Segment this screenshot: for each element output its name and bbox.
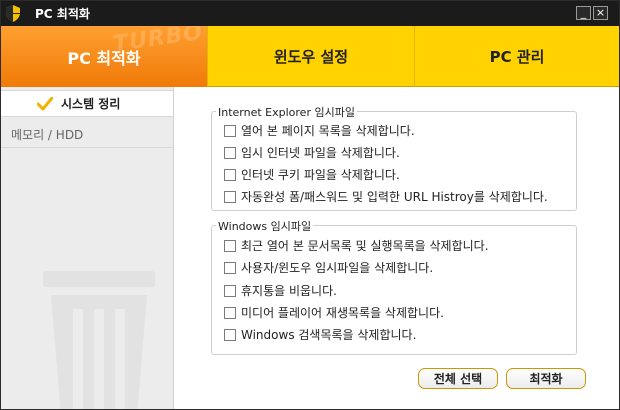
checkbox[interactable] xyxy=(224,239,236,252)
checkbox[interactable] xyxy=(224,168,236,181)
check-icon xyxy=(37,96,53,110)
tab-label: PC 관리 xyxy=(489,48,545,66)
close-button[interactable]: × xyxy=(593,6,608,20)
checkbox[interactable] xyxy=(224,190,236,203)
option-delete-temp-internet-files[interactable]: 임시 인터넷 파일을 삭제합니다. xyxy=(224,144,400,161)
tab-windows-settings[interactable]: 윈도우 설정 xyxy=(208,26,415,87)
option-delete-visited-pages[interactable]: 열어 본 페이지 목록을 삭제합니다. xyxy=(224,122,415,139)
checkbox[interactable] xyxy=(224,328,236,341)
main-content: Internet Explorer 임시파일 열어 본 페이지 목록을 삭제합니… xyxy=(175,87,619,409)
option-label: Windows 검색목록을 삭제합니다. xyxy=(241,328,417,342)
option-label: 사용자/윈도우 임시파일을 삭제합니다. xyxy=(241,261,434,275)
shield-icon xyxy=(6,5,20,22)
option-label: 인터넷 쿠키 파일을 삭제합니다. xyxy=(241,168,400,182)
sidebar-item-system-cleanup[interactable]: 시스템 정리 xyxy=(1,90,173,117)
checkbox[interactable] xyxy=(224,124,236,137)
windows-temp-files-group: Windows 임시파일 최근 열어 본 문서목록 및 실행목록을 삭제합니다.… xyxy=(211,218,577,355)
option-delete-cookies[interactable]: 인터넷 쿠키 파일을 삭제합니다. xyxy=(224,166,400,183)
option-delete-windows-search-history[interactable]: Windows 검색목록을 삭제합니다. xyxy=(224,326,416,343)
checkbox[interactable] xyxy=(224,261,236,274)
sidebar-item-label: 시스템 정리 xyxy=(61,97,121,111)
option-delete-recent-documents[interactable]: 최근 열어 본 문서목록 및 실행목록을 삭제합니다. xyxy=(224,237,489,254)
option-delete-user-temp-files[interactable]: 사용자/윈도우 임시파일을 삭제합니다. xyxy=(224,259,433,276)
option-delete-autocomplete-history[interactable]: 자동완성 폼/패스워드 및 입력한 URL Histroy를 삭제합니다. xyxy=(224,188,548,205)
window-title: PC 최적화 xyxy=(35,7,90,21)
ie-temp-files-group: Internet Explorer 임시파일 열어 본 페이지 목록을 삭제합니… xyxy=(211,104,577,211)
sidebar-item-label: 메모리 / HDD xyxy=(11,127,84,142)
option-label: 임시 인터넷 파일을 삭제합니다. xyxy=(241,146,400,160)
option-label: 휴지통을 비웁니다. xyxy=(241,284,337,298)
tab-pc-manage[interactable]: PC 관리 xyxy=(415,26,619,87)
select-all-button[interactable]: 전체 선택 xyxy=(418,368,498,389)
tab-bar: TURBO PC 최적화 윈도우 설정 PC 관리 xyxy=(1,26,619,87)
option-label: 미디어 플레이어 재생목록을 삭제합니다. xyxy=(241,306,444,320)
minimize-button[interactable]: _ xyxy=(576,6,591,20)
group-title: Internet Explorer 임시파일 xyxy=(216,104,357,120)
tab-label: 윈도우 설정 xyxy=(273,48,349,66)
sidebar: 시스템 정리 메모리 / HDD xyxy=(1,87,174,409)
tab-pc-optimize[interactable]: TURBO PC 최적화 xyxy=(1,26,208,87)
group-title: Windows 임시파일 xyxy=(216,218,314,234)
trash-icon xyxy=(43,271,155,409)
option-empty-recycle-bin[interactable]: 휴지통을 비웁니다. xyxy=(224,282,337,299)
optimize-button[interactable]: 최적화 xyxy=(506,368,586,389)
title-bar: PC 최적화 _ × xyxy=(1,1,619,26)
option-label: 자동완성 폼/패스워드 및 입력한 URL Histroy를 삭제합니다. xyxy=(241,190,548,204)
option-label: 열어 본 페이지 목록을 삭제합니다. xyxy=(241,124,415,138)
option-delete-media-player-playlist[interactable]: 미디어 플레이어 재생목록을 삭제합니다. xyxy=(224,304,444,321)
checkbox[interactable] xyxy=(224,146,236,159)
checkbox[interactable] xyxy=(224,306,236,319)
checkbox[interactable] xyxy=(224,284,236,297)
sidebar-item-memory-hdd[interactable]: 메모리 / HDD xyxy=(1,121,173,148)
option-label: 최근 열어 본 문서목록 및 실행목록을 삭제합니다. xyxy=(241,239,489,253)
app-window: PC 최적화 _ × TURBO PC 최적화 윈도우 설정 PC 관리 시스템… xyxy=(0,0,620,410)
tab-label: PC 최적화 xyxy=(67,48,141,68)
